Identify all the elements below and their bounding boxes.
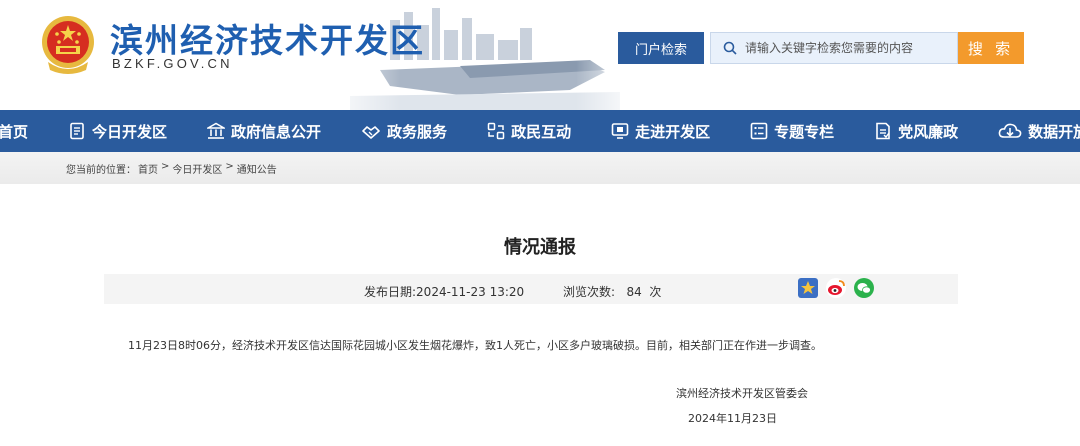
search-scope-button[interactable]: 门户检索 — [618, 32, 704, 64]
nav-item-label: 政府信息公开 — [231, 122, 322, 141]
share-qzone-icon[interactable] — [798, 278, 818, 298]
nav-item-label: 数据开放 — [1028, 122, 1080, 141]
nav-item-integrity[interactable]: 党风廉政 — [860, 110, 984, 152]
article-body: 11月23日8时06分，经济技术开发区信达国际花园城小区发生烟花爆炸，致1人死亡… — [128, 339, 822, 352]
breadcrumb-link-notices[interactable]: 通知公告 — [237, 161, 277, 176]
nav-item-about[interactable]: 走进开发区 — [597, 110, 736, 152]
nav-item-home[interactable]: 首页 — [0, 110, 54, 152]
search-box — [710, 32, 958, 64]
cloud-download-icon — [998, 123, 1022, 138]
share-buttons — [798, 278, 874, 298]
search-button[interactable]: 搜 索 — [958, 32, 1024, 64]
nav-item-label: 首页 — [0, 122, 29, 141]
share-wechat-icon[interactable] — [854, 278, 874, 298]
view-count: 浏览次数: 84 次 — [563, 285, 662, 299]
search-input[interactable] — [745, 41, 935, 55]
article-signature-date: 2024年11月23日 — [688, 412, 777, 425]
article-title: 情况通报 — [504, 237, 576, 258]
breadcrumb: 您当前的位置： 首页 > 今日开发区 > 通知公告 — [66, 161, 277, 176]
nav-item-services[interactable]: 政务服务 — [347, 110, 473, 152]
nav-item-open-data[interactable]: 数据开放 — [984, 110, 1080, 152]
national-emblem-logo — [42, 16, 94, 74]
list-icon — [750, 122, 768, 140]
breadcrumb-link-home[interactable]: 首页 — [138, 161, 158, 176]
breadcrumb-link-today[interactable]: 今日开发区 — [172, 161, 222, 176]
nav-item-interaction[interactable]: 政民互动 — [473, 110, 597, 152]
nav-item-label: 今日开发区 — [92, 122, 168, 141]
nav-item-label: 党风廉政 — [898, 122, 959, 141]
site-title[interactable]: 滨州经济技术开发区 — [110, 14, 425, 62]
document-icon — [70, 122, 84, 140]
nav-item-today[interactable]: 今日开发区 — [54, 110, 193, 152]
share-weibo-icon[interactable] — [826, 278, 846, 298]
site-header: 滨州经济技术开发区 BZKF.GOV.CN 门户检索 搜 索 — [0, 0, 1080, 110]
breadcrumb-separator: > — [225, 161, 234, 172]
interaction-icon — [487, 122, 505, 140]
nav-item-gov-info[interactable]: 政府信息公开 — [193, 110, 347, 152]
nav-item-topics[interactable]: 专题专栏 — [736, 110, 860, 152]
breadcrumb-prefix: 您当前的位置： — [66, 165, 136, 176]
breadcrumb-separator: > — [161, 161, 170, 172]
building-icon — [207, 122, 226, 139]
publish-date: 发布日期:2024-11-23 13:20 — [364, 285, 525, 299]
main-nav: 首页 今日开发区 政府信息公开 政务服务 政民互动 走进开发区 专题专栏 党风廉… — [0, 110, 1080, 152]
nav-item-label: 政民互动 — [511, 122, 572, 141]
nav-item-label: 专题专栏 — [774, 122, 835, 141]
monitor-icon — [611, 123, 629, 139]
site-domain: BZKF.GOV.CN — [112, 56, 233, 71]
report-icon — [876, 122, 890, 140]
article-signature-org: 滨州经济技术开发区管委会 — [676, 387, 808, 400]
nav-item-label: 走进开发区 — [635, 122, 711, 141]
nav-item-label: 政务服务 — [387, 122, 448, 141]
handshake-icon — [362, 126, 380, 139]
search-icon — [723, 41, 737, 55]
